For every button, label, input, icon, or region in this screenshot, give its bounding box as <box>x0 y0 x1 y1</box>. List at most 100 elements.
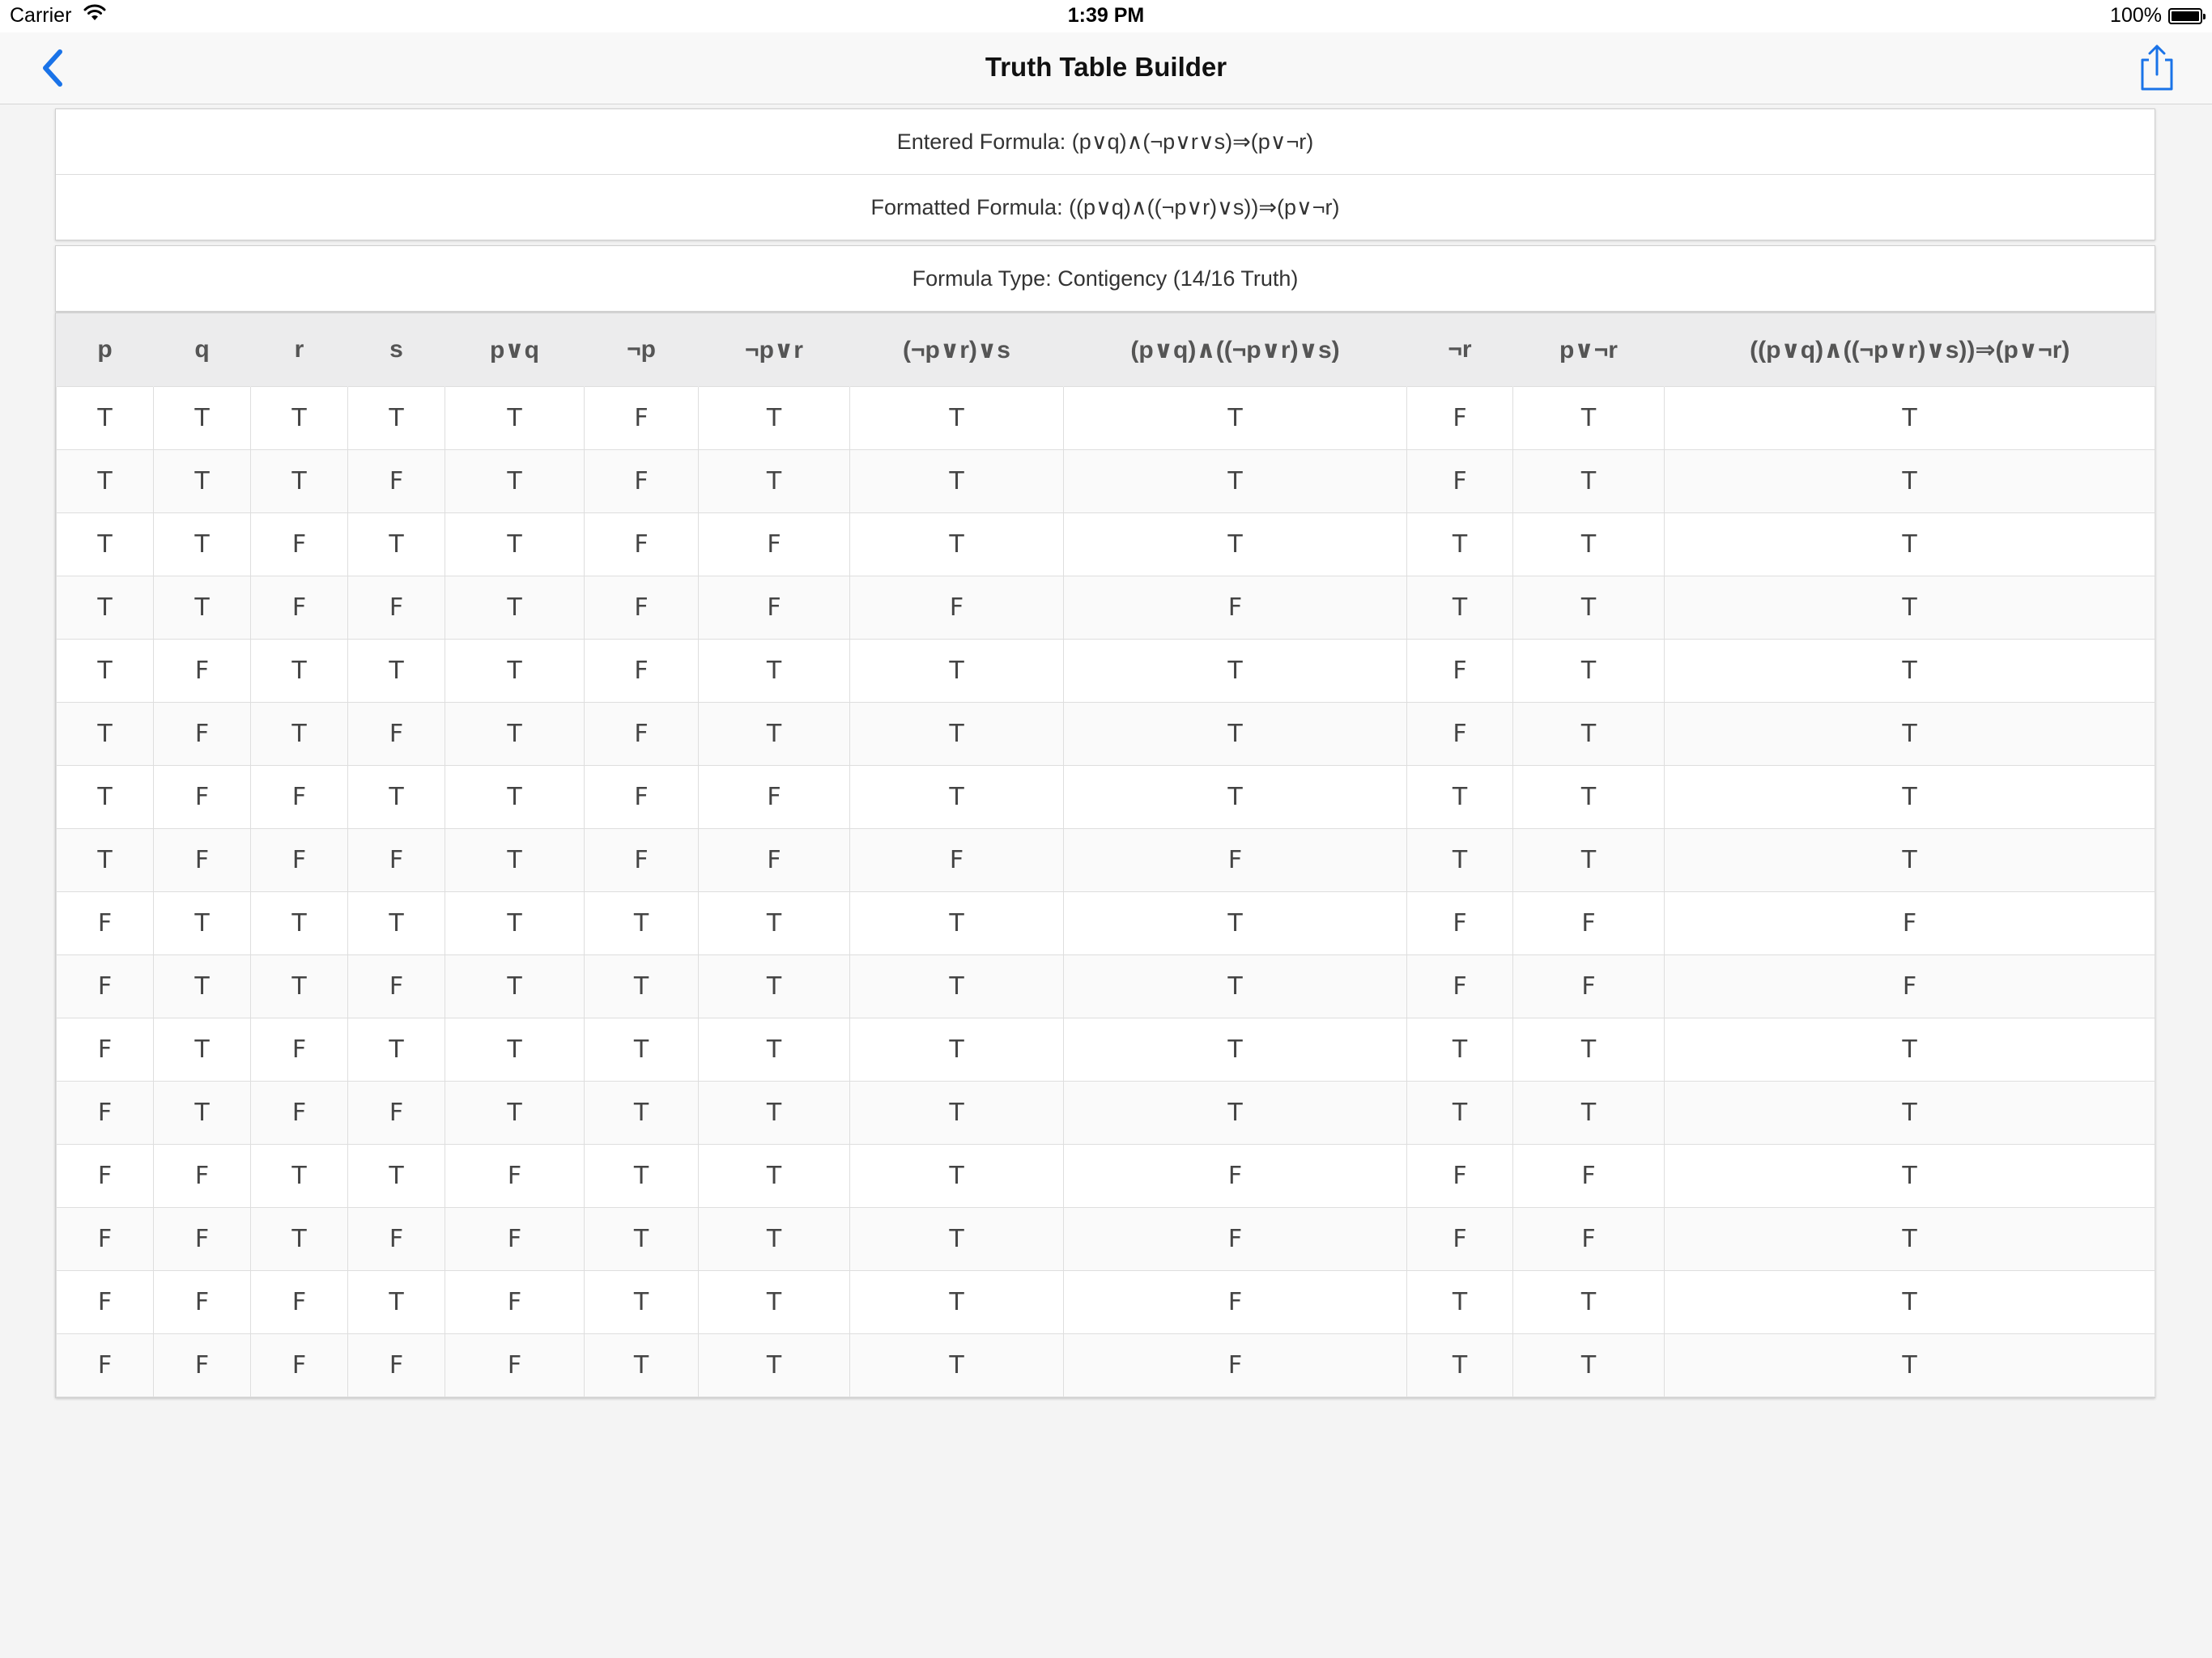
navigation-bar: Truth Table Builder <box>0 32 2212 104</box>
table-cell: F <box>56 1018 154 1082</box>
table-cell: T <box>347 765 445 829</box>
table-cell: F <box>250 1081 348 1145</box>
table-cell: F <box>56 891 154 955</box>
column-header: p <box>56 313 154 387</box>
table-cell: T <box>1406 828 1513 892</box>
table-cell: T <box>56 386 154 450</box>
table-cell: F <box>584 512 699 576</box>
table-cell: T <box>1063 954 1407 1018</box>
table-cell: T <box>1406 1333 1513 1397</box>
table-cell: T <box>445 576 585 640</box>
table-cell: T <box>1664 1081 2155 1145</box>
table-cell: F <box>1406 386 1513 450</box>
table-cell: T <box>445 765 585 829</box>
column-header: p∨¬r <box>1512 313 1665 387</box>
table-cell: T <box>1512 828 1665 892</box>
table-cell: F <box>1512 954 1665 1018</box>
formula-type-group: Formula Type: Contigency (14/16 Truth) <box>55 245 2155 312</box>
share-icon <box>2141 45 2173 91</box>
table-cell: F <box>153 1144 251 1208</box>
table-cell: T <box>698 1018 850 1082</box>
table-cell: F <box>56 954 154 1018</box>
table-cell: F <box>849 828 1064 892</box>
table-row: FFTFFTTTFFFT <box>56 1207 2155 1271</box>
table-cell: T <box>250 639 348 703</box>
table-row: TFTFTFTTTFTT <box>56 702 2155 766</box>
table-cell: T <box>1063 702 1407 766</box>
table-cell: F <box>1406 1144 1513 1208</box>
table-cell: T <box>1512 765 1665 829</box>
table-cell: F <box>153 702 251 766</box>
table-cell: T <box>153 576 251 640</box>
table-cell: T <box>698 1270 850 1334</box>
column-header: ((p∨q)∧((¬p∨r)∨s))⇒(p∨¬r) <box>1664 313 2155 387</box>
table-cell: T <box>250 449 348 513</box>
table-cell: T <box>1664 702 2155 766</box>
table-cell: F <box>1406 639 1513 703</box>
table-cell: F <box>1512 1207 1665 1271</box>
table-cell: F <box>445 1333 585 1397</box>
table-cell: T <box>698 1207 850 1271</box>
truth-table: p q r s p∨q ¬p ¬p∨r (¬p∨r)∨s (p∨q)∧((¬p∨r)∨s) ¬r p… <box>56 313 2155 1397</box>
table-cell: T <box>1512 512 1665 576</box>
table-cell: T <box>1063 449 1407 513</box>
table-cell: F <box>347 1081 445 1145</box>
table-cell: T <box>1512 639 1665 703</box>
table-cell: T <box>1664 512 2155 576</box>
table-cell: T <box>56 639 154 703</box>
table-cell: T <box>584 891 699 955</box>
table-cell: F <box>445 1207 585 1271</box>
column-header: s <box>347 313 445 387</box>
table-cell: T <box>584 1018 699 1082</box>
table-cell: T <box>1063 512 1407 576</box>
table-row: FFFTFTTTFTTT <box>56 1270 2155 1334</box>
table-cell: T <box>1664 828 2155 892</box>
table-cell: T <box>1512 1333 1665 1397</box>
table-cell: F <box>347 449 445 513</box>
table-cell: F <box>347 828 445 892</box>
table-cell: T <box>849 386 1064 450</box>
table-cell: F <box>1512 1144 1665 1208</box>
table-row: TTFFTFFFFTTT <box>56 576 2155 640</box>
status-time: 1:39 PM <box>1067 4 1145 27</box>
table-row: FTFTTTTTTTTT <box>56 1018 2155 1082</box>
table-cell: T <box>849 1144 1064 1208</box>
table-cell: F <box>445 1270 585 1334</box>
table-cell: T <box>1664 386 2155 450</box>
table-cell: T <box>849 1270 1064 1334</box>
table-cell: T <box>250 386 348 450</box>
table-cell: T <box>250 954 348 1018</box>
table-cell: F <box>250 828 348 892</box>
table-cell: T <box>445 828 585 892</box>
table-cell: T <box>1063 639 1407 703</box>
table-cell: T <box>56 449 154 513</box>
table-cell: F <box>347 954 445 1018</box>
table-cell: F <box>698 765 850 829</box>
table-cell: T <box>153 1018 251 1082</box>
table-cell: F <box>698 828 850 892</box>
battery-indicator: 100% <box>2110 4 2206 28</box>
table-cell: F <box>584 386 699 450</box>
table-cell: T <box>1664 1018 2155 1082</box>
table-cell: T <box>445 1081 585 1145</box>
table-cell: T <box>1406 1081 1513 1145</box>
table-cell: T <box>698 386 850 450</box>
table-cell: F <box>347 1333 445 1397</box>
table-cell: F <box>250 1018 348 1082</box>
table-cell: T <box>1512 449 1665 513</box>
table-cell: F <box>584 765 699 829</box>
table-cell: T <box>1664 576 2155 640</box>
share-button[interactable] <box>2133 42 2181 94</box>
table-cell: T <box>698 449 850 513</box>
column-header: p∨q <box>445 313 585 387</box>
table-cell: T <box>56 512 154 576</box>
table-cell: T <box>153 954 251 1018</box>
column-header: ¬p∨r <box>698 313 850 387</box>
table-cell: F <box>1406 702 1513 766</box>
table-cell: T <box>1664 765 2155 829</box>
table-cell: T <box>1512 1018 1665 1082</box>
table-cell: T <box>849 954 1064 1018</box>
table-cell: T <box>849 449 1064 513</box>
table-header-row: p q r s p∨q ¬p ¬p∨r (¬p∨r)∨s (p∨q)∧((¬p∨r)∨s) ¬r p… <box>56 313 2155 387</box>
table-cell: T <box>1664 1207 2155 1271</box>
